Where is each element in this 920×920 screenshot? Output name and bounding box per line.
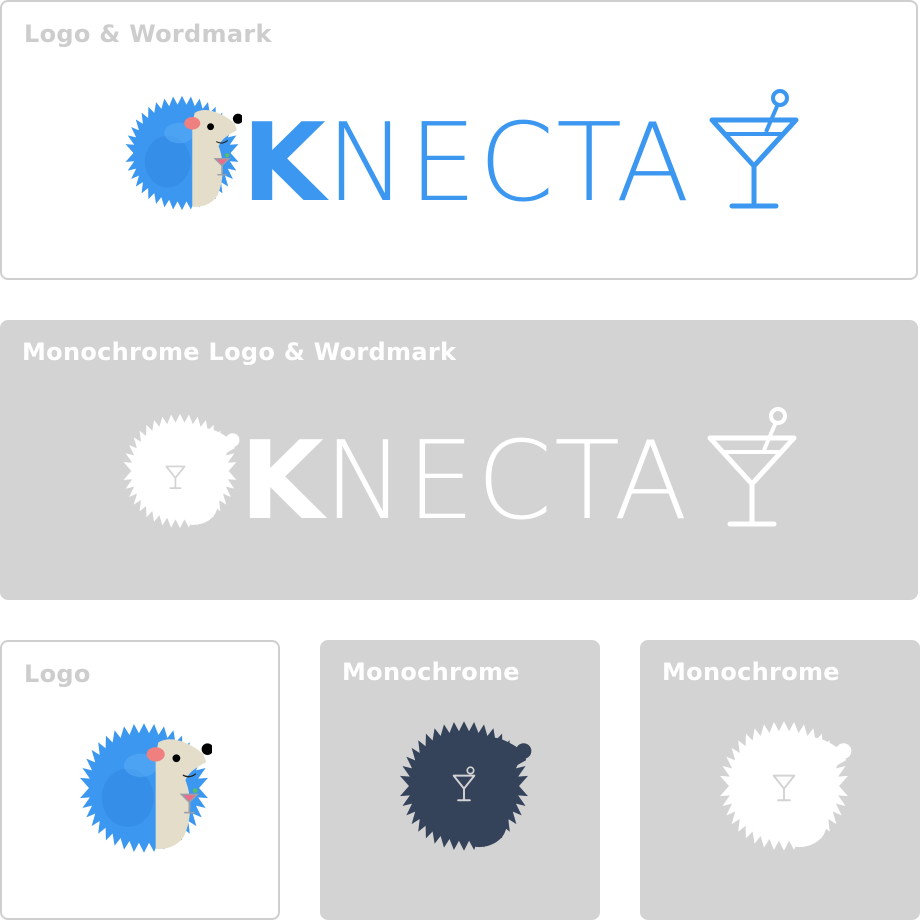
mono-white-panel: Monochrome	[640, 640, 920, 920]
hedgehog-icon	[123, 413, 240, 529]
mono-dark-panel: Monochrome	[320, 640, 600, 920]
logo-wordmark-panel: Logo & Wordmark KNECTA	[0, 0, 918, 280]
hedgehog-icon	[720, 721, 852, 851]
panel-title: Logo & Wordmark	[24, 20, 272, 48]
mono-logo-wordmark-panel: Monochrome Logo & Wordmark KNECTA	[0, 320, 918, 600]
wordmark: KNECTA	[242, 110, 692, 218]
hedgehog-icon	[80, 723, 212, 853]
wordmark-k: K	[240, 419, 324, 544]
panel-title: Monochrome	[342, 658, 520, 686]
hedgehog-icon	[400, 721, 532, 851]
logo-panel: Logo	[0, 640, 280, 920]
hedgehog-icon	[125, 95, 242, 211]
martini-glass-icon	[707, 407, 797, 527]
wordmark: KNECTA	[240, 428, 690, 536]
martini-glass-icon	[709, 89, 799, 209]
wordmark-rest: NECTA	[323, 419, 690, 544]
wordmark-k: K	[242, 101, 326, 226]
panel-title: Monochrome	[662, 658, 840, 686]
panel-title: Monochrome Logo & Wordmark	[22, 338, 457, 366]
wordmark-rest: NECTA	[325, 101, 692, 226]
panel-title: Logo	[24, 660, 91, 688]
